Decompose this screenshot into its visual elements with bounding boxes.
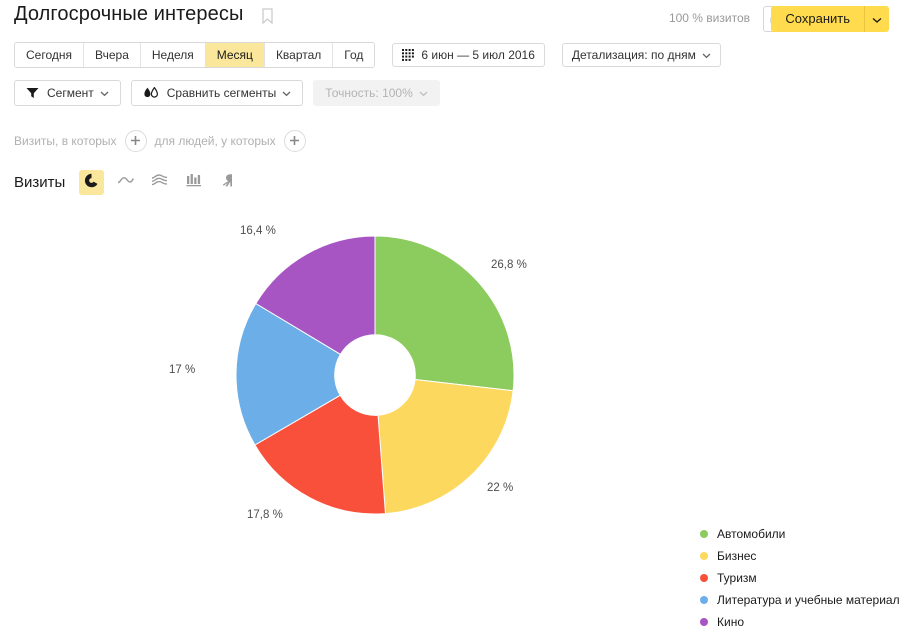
- bar-chart-icon: [186, 173, 202, 192]
- detalization-dropdown[interactable]: Детализация: по дням: [561, 43, 721, 67]
- legend-color-swatch: [700, 530, 708, 538]
- legend-color-swatch: [700, 574, 708, 582]
- segment-toolbar: Сегмент Сравнить сегменты Точность: 100%: [14, 80, 440, 106]
- chart-type-bar-button[interactable]: [181, 170, 206, 195]
- compare-drops-icon: [143, 86, 159, 100]
- visits-filter-label: Визиты, в которых: [14, 134, 117, 148]
- page-header: Долгосрочные интересы 100 % визитов Сохр…: [0, 0, 900, 40]
- line-chart-icon: [117, 173, 135, 192]
- period-tab-quarter[interactable]: Квартал: [264, 43, 334, 67]
- chart-type-map-button[interactable]: [215, 170, 240, 195]
- legend-color-swatch: [700, 596, 708, 604]
- filter-toolbar: Визиты, в которых для людей, у которых: [14, 130, 314, 152]
- slice-label-kino: 16,4 %: [240, 225, 276, 237]
- add-people-filter-button[interactable]: [283, 130, 306, 152]
- date-range-picker[interactable]: 6 июн — 5 июл 2016: [392, 43, 545, 67]
- add-visit-filter-button[interactable]: [124, 130, 147, 152]
- compare-segments-dropdown[interactable]: Сравнить сегменты: [130, 80, 304, 106]
- compare-segments-label: Сравнить сегменты: [166, 86, 277, 100]
- period-tab-month[interactable]: Месяц: [205, 43, 265, 67]
- pie-chart-icon: [84, 173, 99, 193]
- chart-type-area-button[interactable]: [147, 170, 172, 195]
- people-filter-label: для людей, у которых: [154, 134, 276, 148]
- legend-label: Кино: [717, 615, 744, 629]
- chevron-down-icon: [100, 86, 109, 100]
- slice-label-literatura: 17 %: [169, 364, 196, 376]
- date-range-text: 6 июн — 5 июл 2016: [421, 48, 535, 62]
- save-button[interactable]: Сохранить: [771, 6, 864, 32]
- map-chart-icon: [220, 173, 235, 193]
- legend-label: Туризм: [717, 571, 757, 585]
- chart-area: 16,4 % 26,8 % 22 % 17,8 % 17 % Автомобил…: [0, 205, 900, 629]
- legend-color-swatch: [700, 618, 708, 626]
- detalization-text: Детализация: по дням: [571, 48, 696, 62]
- metric-label: Визиты: [14, 174, 66, 191]
- slice-label-turizm: 17,8 %: [247, 509, 283, 521]
- area-chart-icon: [151, 173, 168, 192]
- page-title: Долгосрочные интересы: [14, 3, 244, 25]
- chart-type-line-button[interactable]: [113, 170, 138, 195]
- legend-item-literatura[interactable]: Литература и учебные материалы: [700, 589, 900, 611]
- legend-item-avtomobili[interactable]: Автомобили: [700, 523, 900, 545]
- chart-legend: Автомобили Бизнес Туризм Литература и уч…: [700, 523, 900, 633]
- chevron-down-icon: [282, 86, 291, 100]
- chevron-down-icon: [872, 12, 882, 27]
- accuracy-dropdown[interactable]: Точность: 100%: [313, 80, 440, 106]
- legend-label: Бизнес: [717, 549, 757, 563]
- accuracy-label: Точность: 100%: [325, 86, 413, 100]
- legend-color-swatch: [700, 552, 708, 560]
- period-tab-today[interactable]: Сегодня: [15, 43, 84, 67]
- period-toolbar: Сегодня Вчера Неделя Месяц Квартал Год 6…: [14, 42, 721, 68]
- slice-label-biznes: 22 %: [487, 482, 514, 494]
- legend-item-turizm[interactable]: Туризм: [700, 567, 900, 589]
- visits-share-text: 100 % визитов: [668, 11, 750, 25]
- legend-item-biznes[interactable]: Бизнес: [700, 545, 900, 567]
- bookmark-icon[interactable]: [262, 8, 273, 25]
- funnel-icon: [26, 87, 39, 99]
- period-tabs: Сегодня Вчера Неделя Месяц Квартал Год: [14, 42, 376, 68]
- metric-toolbar: Визиты: [14, 170, 249, 195]
- save-dropdown-button[interactable]: [864, 6, 889, 32]
- segment-dropdown[interactable]: Сегмент: [14, 80, 121, 106]
- calendar-icon: [402, 49, 415, 61]
- plus-icon: [289, 134, 300, 149]
- period-tab-year[interactable]: Год: [333, 43, 375, 67]
- plus-icon: [130, 134, 141, 149]
- legend-item-kino[interactable]: Кино: [700, 611, 900, 633]
- legend-label: Автомобили: [717, 527, 786, 541]
- save-button-group[interactable]: Сохранить: [771, 6, 889, 32]
- slice-label-avtomobili: 26,8 %: [491, 259, 527, 271]
- chart-type-pie-button[interactable]: [79, 170, 105, 195]
- period-tab-yesterday[interactable]: Вчера: [84, 43, 141, 67]
- segment-label: Сегмент: [47, 86, 94, 100]
- period-tab-week[interactable]: Неделя: [140, 43, 206, 67]
- legend-label: Литература и учебные материалы: [717, 593, 900, 607]
- chevron-down-icon: [702, 48, 711, 62]
- chevron-down-icon: [419, 86, 428, 100]
